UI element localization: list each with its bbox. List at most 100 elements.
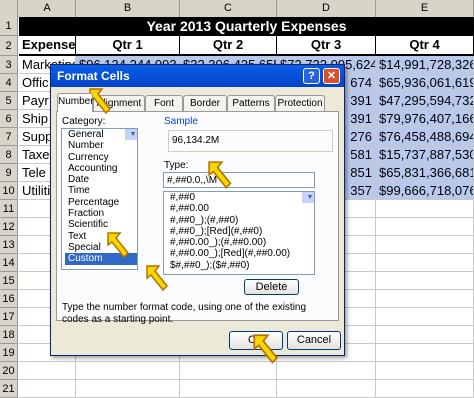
empty-cell[interactable] <box>376 254 474 272</box>
row-header[interactable]: 15 <box>0 272 18 290</box>
row-header[interactable]: 1 <box>0 17 18 36</box>
format-scrollbar[interactable]: ▲ ▼ <box>302 192 314 204</box>
empty-cell[interactable] <box>19 362 76 380</box>
category-item[interactable]: Fraction <box>65 208 137 219</box>
amount-cell[interactable]: $47,295,594,732 <box>376 92 474 110</box>
category-item[interactable]: Time <box>65 185 137 196</box>
row-header[interactable]: 21 <box>0 380 18 398</box>
header-qtr2[interactable]: Qtr 2 <box>180 36 277 56</box>
empty-cell[interactable] <box>376 326 474 344</box>
scroll-down-icon[interactable]: ▼ <box>303 192 314 204</box>
col-header-b[interactable]: B <box>76 0 180 17</box>
row-header[interactable]: 9 <box>0 164 18 182</box>
empty-cell[interactable] <box>277 362 376 380</box>
empty-cell[interactable] <box>376 362 474 380</box>
category-item[interactable]: Accounting <box>65 163 137 174</box>
col-header-a[interactable]: A <box>19 0 76 17</box>
row-header[interactable]: 13 <box>0 236 18 254</box>
pointer-arrow-delete-icon <box>146 265 169 292</box>
category-item[interactable]: Scientific <box>65 219 137 230</box>
pointer-arrow-custom-icon <box>107 232 130 259</box>
tab-patterns[interactable]: Patterns <box>227 95 275 111</box>
type-input[interactable]: #,##0.0,,\M <box>163 172 315 188</box>
empty-cell[interactable] <box>76 380 180 398</box>
sample-value: 96,134.2M <box>168 130 333 152</box>
amount-cell[interactable]: $79,976,407,166 <box>376 110 474 128</box>
category-item[interactable]: Date <box>65 174 137 185</box>
delete-button[interactable]: Delete <box>244 279 299 295</box>
format-code-item[interactable]: #,##0_);(#,##0) <box>167 215 314 226</box>
close-icon[interactable]: ✕ <box>323 68 340 84</box>
row-header[interactable]: 16 <box>0 290 18 308</box>
amount-cell[interactable]: $65,936,061,619 <box>376 74 474 92</box>
row-header[interactable]: 7 <box>0 128 18 146</box>
format-code-item[interactable]: #,##0.00 <box>167 203 314 214</box>
row-header[interactable]: 17 <box>0 308 18 326</box>
tab-protection[interactable]: Protection <box>275 95 325 111</box>
amount-cell[interactable]: $14,991,728,326 <box>376 56 474 74</box>
cancel-button[interactable]: Cancel <box>287 331 341 350</box>
format-code-item[interactable]: #,##0_);[Red](#,##0) <box>167 226 314 237</box>
help-icon[interactable]: ? <box>303 68 320 84</box>
row-header[interactable]: 10 <box>0 182 18 200</box>
category-item[interactable]: Number <box>65 140 137 151</box>
format-code-item[interactable]: $#,##0_);($#,##0) <box>167 260 314 271</box>
header-qtr4[interactable]: Qtr 4 <box>376 36 474 56</box>
format-code-item[interactable]: #,##0.00_);[Red](#,##0.00) <box>167 248 314 259</box>
empty-cell[interactable] <box>76 362 180 380</box>
category-item[interactable]: Percentage <box>65 197 137 208</box>
empty-cell[interactable] <box>376 272 474 290</box>
dialog-title[interactable]: Format Cells <box>51 65 344 87</box>
empty-cell[interactable] <box>19 380 76 398</box>
row-header[interactable]: 5 <box>0 92 18 110</box>
type-label: Type: <box>164 160 189 171</box>
number-tab-panel: Category: General Number Currency Accountin… <box>56 111 339 325</box>
row-header[interactable]: 14 <box>0 254 18 272</box>
sample-label: Sample <box>164 116 198 127</box>
row-header[interactable]: 12 <box>0 218 18 236</box>
col-header-e[interactable]: E <box>376 0 474 17</box>
select-all-corner[interactable] <box>0 0 18 17</box>
col-header-d[interactable]: D <box>277 0 376 17</box>
empty-cell[interactable] <box>376 308 474 326</box>
empty-cell[interactable] <box>376 344 474 362</box>
amount-cell[interactable]: $99,666,718,076 <box>376 182 474 200</box>
format-code-item[interactable]: #,##0.00_);(#,##0.00) <box>167 237 314 248</box>
col-header-c[interactable]: C <box>180 0 277 17</box>
format-code-item[interactable]: #,##0 <box>167 192 314 203</box>
category-label: Category: <box>62 116 106 127</box>
category-item[interactable]: Currency <box>65 152 137 163</box>
row-header[interactable]: 18 <box>0 326 18 344</box>
empty-cell[interactable] <box>376 236 474 254</box>
tab-number[interactable]: Number <box>57 93 94 112</box>
empty-cell[interactable] <box>376 290 474 308</box>
pointer-arrow-type-icon <box>208 161 232 189</box>
empty-cell[interactable] <box>376 218 474 236</box>
row-header[interactable]: 11 <box>0 200 18 218</box>
amount-cell[interactable]: $65,831,366,681 <box>376 164 474 182</box>
hint-text: Type the number format code, using one o… <box>62 302 307 325</box>
amount-cell[interactable]: $15,737,887,530 <box>376 146 474 164</box>
format-code-list[interactable]: #,##0 #,##0.00 #,##0_);(#,##0) #,##0_);[Red… <box>163 191 315 275</box>
empty-cell[interactable] <box>180 380 277 398</box>
row-header[interactable]: 8 <box>0 146 18 164</box>
scroll-down-icon[interactable]: ▼ <box>126 129 137 141</box>
row-header[interactable]: 19 <box>0 344 18 362</box>
amount-cell[interactable]: $76,458,488,694 <box>376 128 474 146</box>
sheet-title[interactable]: Year 2013 Quarterly Expenses <box>19 17 474 36</box>
row-header[interactable]: 2 <box>0 36 18 56</box>
empty-cell[interactable] <box>376 200 474 218</box>
header-qtr3[interactable]: Qtr 3 <box>277 36 376 56</box>
empty-cell[interactable] <box>376 380 474 398</box>
pointer-arrow-ok-icon <box>253 334 279 364</box>
tab-border[interactable]: Border <box>183 95 227 111</box>
empty-cell[interactable] <box>277 380 376 398</box>
row-header[interactable]: 6 <box>0 110 18 128</box>
header-expense[interactable]: Expense <box>19 36 76 56</box>
row-header[interactable]: 3 <box>0 56 18 74</box>
tab-font[interactable]: Font <box>145 95 183 111</box>
row-header[interactable]: 20 <box>0 362 18 380</box>
header-qtr1[interactable]: Qtr 1 <box>76 36 180 56</box>
row-header[interactable]: 4 <box>0 74 18 92</box>
category-scrollbar[interactable]: ▲ ▼ <box>125 129 137 141</box>
